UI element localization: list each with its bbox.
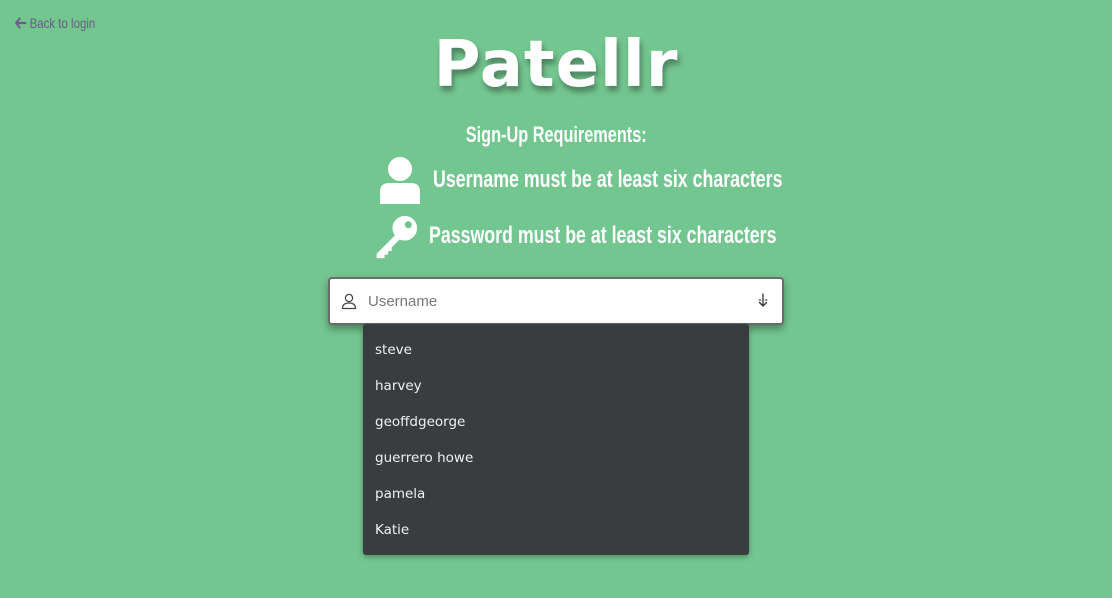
username-input[interactable] [366,280,754,322]
user-icon [378,156,422,204]
password-requirement-text: Password must be at least six characters [429,222,777,249]
username-requirement: Username must be at least six characters [378,156,905,204]
requirements-title: Sign-Up Requirements: [0,122,1112,148]
key-icon [374,212,418,260]
autocomplete-option[interactable]: harvey [363,368,749,404]
username-field[interactable] [328,277,784,325]
requirements-title-text: Sign-Up Requirements: [465,122,647,147]
autocomplete-option[interactable]: steve [363,332,749,368]
autocomplete-option[interactable]: pamela [363,476,749,512]
autocomplete-dropdown: steve harvey geoffdgeorge guerrero howe … [363,324,749,555]
autofill-key-icon[interactable] [754,292,772,310]
autocomplete-option[interactable]: guerrero howe [363,440,749,476]
password-requirement: Password must be at least six characters [374,212,899,260]
brand-title: Patellr [433,28,679,102]
user-outline-icon [340,292,358,310]
autocomplete-option[interactable]: Katie [363,512,749,548]
username-requirement-text: Username must be at least six characters [433,166,783,193]
autocomplete-option[interactable]: geoffdgeorge [363,404,749,440]
